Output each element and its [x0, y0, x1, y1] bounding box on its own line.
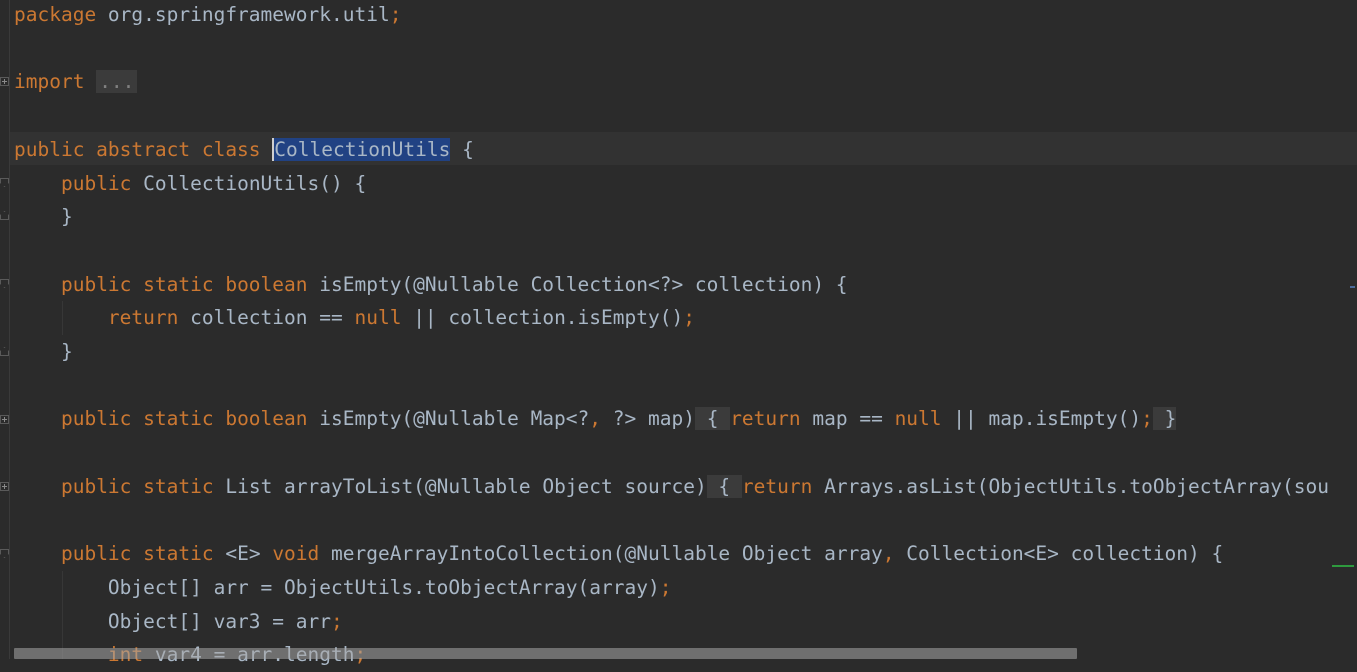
code-token: || collection.isEmpty() — [413, 306, 684, 330]
code-token: ?> map) — [612, 407, 695, 431]
code-token: isEmpty(@Nullable Map<? — [319, 407, 590, 431]
code-line[interactable]: package org.springframework.util; — [14, 0, 401, 32]
code-token: <E> — [225, 542, 273, 566]
punctuation-token: , — [589, 407, 613, 431]
fold-collapsed-icon[interactable] — [0, 415, 9, 424]
code-line[interactable]: public abstract class CollectionUtils { — [14, 133, 474, 167]
keyword-token: return — [107, 306, 191, 330]
punctuation-token: ; — [683, 306, 695, 330]
code-line[interactable]: public static boolean isEmpty(@Nullable … — [14, 268, 848, 302]
keyword-token: public — [60, 171, 144, 195]
code-token: } — [14, 340, 73, 363]
keyword-token: public static — [60, 542, 226, 566]
code-line[interactable]: public static boolean isEmpty(@Nullable … — [14, 402, 1177, 436]
change-marker — [1332, 565, 1354, 567]
fold-collapsed-icon[interactable] — [0, 482, 9, 491]
keyword-token: public abstract class — [14, 137, 273, 161]
punctuation-token: , — [882, 542, 907, 566]
folded-imports[interactable]: ... — [96, 70, 138, 94]
code-token: map == — [812, 407, 895, 431]
code-token: Arrays.asList(ObjectUtils.toObjectArray(… — [824, 474, 1329, 498]
code-token: collection == — [190, 306, 355, 330]
folded-block-brace[interactable]: { — [694, 407, 731, 431]
code-line[interactable]: Object[] var3 = arr; — [14, 605, 343, 639]
fold-collapsed-icon[interactable] — [0, 77, 9, 86]
keyword-token: public static boolean — [60, 407, 320, 431]
code-line[interactable]: public CollectionUtils() { — [14, 167, 366, 201]
code-token: Object[] arr = ObjectUtils.toObjectArray… — [14, 575, 660, 599]
keyword-token: null — [894, 407, 954, 431]
code-token: } — [14, 205, 73, 229]
folded-block-brace[interactable]: } — [1152, 407, 1177, 431]
selected-class-name: CollectionUtils — [272, 137, 451, 161]
punctuation-token: ; — [659, 575, 672, 599]
code-line[interactable]: } — [14, 335, 73, 369]
code-editor[interactable]: package org.springframework.util; import … — [0, 0, 1357, 666]
code-token: List arrayToList(@Nullable Object source… — [225, 474, 707, 498]
code-line[interactable]: Object[] arr = ObjectUtils.toObjectArray… — [14, 571, 672, 605]
code-token: CollectionUtils() { — [143, 171, 367, 195]
code-token: mergeArrayIntoCollection(@Nullable Objec… — [331, 542, 883, 566]
folded-block-brace[interactable]: { — [706, 474, 742, 498]
code-line[interactable]: } — [14, 200, 73, 234]
code-line[interactable]: public static <E> void mergeArrayIntoCol… — [14, 537, 1223, 571]
keyword-token: package — [14, 3, 108, 26]
keyword-token: import — [14, 70, 97, 94]
code-line[interactable]: import ... — [14, 65, 138, 99]
punctuation-token: ; — [1141, 407, 1153, 431]
keyword-token: public static — [60, 474, 226, 498]
horizontal-scrollbar[interactable] — [14, 648, 1077, 659]
code-token: isEmpty(@Nullable Collection<?> collecti… — [319, 272, 848, 296]
punctuation-token: ; — [330, 609, 343, 633]
code-token: org.springframework.util — [107, 3, 390, 26]
gutter-divider — [9, 0, 10, 659]
code-token: { — [450, 137, 474, 161]
keyword-token: return — [741, 474, 825, 498]
code-token: || map.isEmpty() — [953, 407, 1142, 431]
scroll-marker — [1350, 286, 1355, 288]
punctuation-token: ; — [389, 3, 402, 26]
code-line[interactable]: public static List arrayToList(@Nullable… — [14, 470, 1329, 504]
code-token: Collection<E> collection) { — [906, 542, 1224, 566]
keyword-token: void — [272, 542, 332, 566]
code-line[interactable]: return collection == null || collection.… — [14, 301, 695, 335]
keyword-token: null — [354, 306, 414, 330]
keyword-token: public static boolean — [60, 272, 320, 296]
keyword-token: return — [730, 407, 813, 431]
code-token: Object[] var3 = arr — [14, 609, 331, 633]
